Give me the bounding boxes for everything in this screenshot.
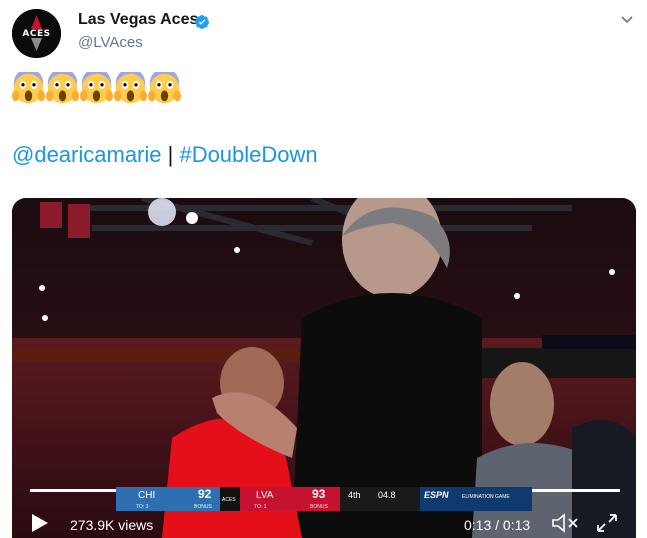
game-clock: 04.8: [378, 490, 396, 500]
view-count: 273.9K views: [70, 517, 154, 533]
tweet-text: @dearicamarie | #DoubleDown: [12, 142, 318, 168]
period: 4th: [348, 490, 361, 500]
mute-icon[interactable]: [552, 513, 580, 533]
handle[interactable]: @LVAces: [78, 34, 143, 51]
play-icon[interactable]: [29, 513, 49, 533]
screaming-face-emoji-icon: [114, 72, 147, 104]
screaming-face-emoji-icon: [12, 72, 45, 104]
verified-badge-icon: [194, 15, 209, 29]
separator: |: [161, 142, 180, 167]
mention-link[interactable]: @dearicamarie: [12, 142, 162, 167]
screaming-face-emoji-icon: [80, 72, 113, 104]
emoji-row: [12, 72, 181, 106]
team1-name: CHI: [138, 490, 155, 501]
scorebug-logo: ACES: [222, 497, 236, 503]
display-name[interactable]: Las Vegas Aces: [78, 11, 198, 29]
hashtag-link[interactable]: #DoubleDown: [179, 142, 317, 167]
avatar-text: ACES: [22, 28, 51, 39]
team2-score: 93: [312, 487, 326, 501]
screaming-face-emoji-icon: [46, 72, 79, 104]
avatar[interactable]: ACES: [12, 9, 61, 58]
video-time: 0:13 / 0:13: [464, 517, 531, 533]
video-player[interactable]: CHI 92 TO: 3 BONUS ACES LVA 93 TO: 1 BON…: [12, 198, 636, 538]
elimination-note: ELIMINATION GAME: [462, 494, 510, 500]
fullscreen-icon[interactable]: [596, 513, 618, 533]
video-controls: 273.9K views 0:13 / 0:13: [12, 504, 636, 538]
screaming-face-emoji-icon: [148, 72, 181, 104]
team1-score: 92: [198, 487, 212, 501]
team2-name: LVA: [256, 490, 274, 501]
chevron-down-icon[interactable]: [620, 13, 634, 27]
network-logo: ESPN: [424, 490, 449, 500]
